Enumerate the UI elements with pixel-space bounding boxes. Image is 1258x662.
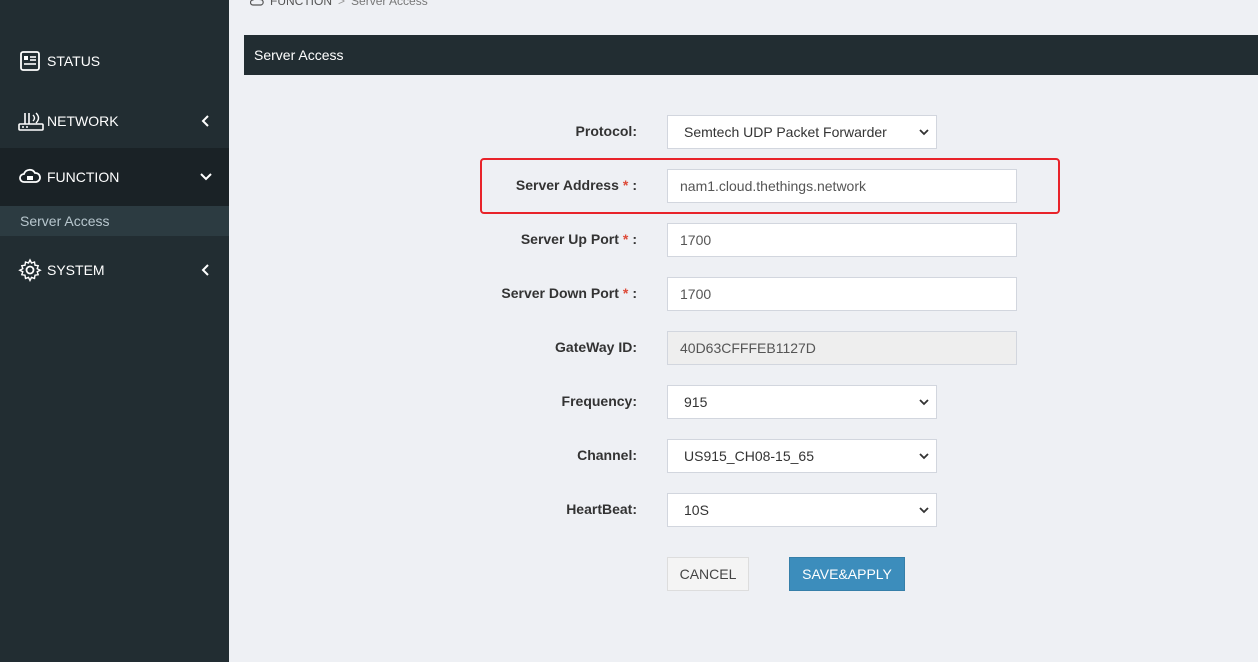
protocol-label: Protocol: <box>242 121 637 141</box>
frequency-select[interactable]: 915 <box>667 385 937 419</box>
sidebar-item-function[interactable]: FUNCTION <box>0 148 229 206</box>
server-address-label: Server Address *: <box>242 175 637 195</box>
sidebar-item-network[interactable]: NETWORK <box>0 92 229 150</box>
breadcrumb-parent[interactable]: FUNCTION <box>270 0 332 8</box>
status-icon <box>20 51 40 71</box>
channel-label: Channel: <box>242 445 637 465</box>
server-up-port-input[interactable] <box>667 223 1017 257</box>
chevron-left-icon <box>201 115 209 127</box>
protocol-select-value: Semtech UDP Packet Forwarder <box>684 124 887 140</box>
required-marker: * <box>622 177 629 193</box>
channel-select[interactable]: US915_CH08-15_65 <box>667 439 937 473</box>
breadcrumb: FUNCTION > Server Access <box>250 0 428 8</box>
heartbeat-select[interactable]: 10S <box>667 493 937 527</box>
chevron-down-icon <box>919 453 929 460</box>
protocol-select[interactable]: Semtech UDP Packet Forwarder <box>667 115 937 149</box>
sidebar-item-status[interactable]: STATUS <box>0 32 229 90</box>
chevron-down-icon <box>200 173 212 181</box>
gateway-id-label-text: GateWay ID: <box>555 339 637 355</box>
server-down-port-input[interactable] <box>667 277 1017 311</box>
sidebar-item-label: FUNCTION <box>47 169 120 185</box>
chevron-down-icon <box>919 129 929 136</box>
chevron-down-icon <box>919 399 929 406</box>
save-apply-button[interactable]: SAVE&APPLY <box>789 557 905 591</box>
network-icon <box>18 112 44 131</box>
server-down-port-label: Server Down Port *: <box>242 283 637 303</box>
chevron-left-icon <box>201 264 209 276</box>
frequency-label: Frequency: <box>242 391 637 411</box>
sidebar-subitem-label: Server Access <box>20 213 110 229</box>
heartbeat-label: HeartBeat: <box>242 499 637 519</box>
breadcrumb-separator: > <box>338 0 346 8</box>
cancel-button[interactable]: CANCEL <box>667 557 749 591</box>
sidebar-subitem-server-access[interactable]: Server Access <box>0 206 229 236</box>
panel-header: Server Access <box>244 35 1258 75</box>
heartbeat-select-value: 10S <box>684 502 709 518</box>
protocol-label-text: Protocol: <box>575 123 637 139</box>
cloud-icon <box>250 0 264 6</box>
heartbeat-label-text: HeartBeat: <box>566 501 637 517</box>
server-address-input[interactable] <box>667 169 1017 203</box>
required-marker: * <box>622 285 629 301</box>
cloud-icon <box>19 168 41 183</box>
sidebar-item-label: NETWORK <box>47 113 119 129</box>
sidebar-item-label: SYSTEM <box>47 262 105 278</box>
required-marker: * <box>622 231 629 247</box>
chevron-down-icon <box>919 507 929 514</box>
gateway-id-label: GateWay ID: <box>242 337 637 357</box>
server-up-port-label-text: Server Up Port <box>520 231 619 247</box>
breadcrumb-current: Server Access <box>351 0 428 8</box>
channel-select-value: US915_CH08-15_65 <box>684 448 814 464</box>
server-up-port-label: Server Up Port *: <box>242 229 637 249</box>
sidebar-item-system[interactable]: SYSTEM <box>0 241 229 299</box>
gateway-id-input <box>667 331 1017 365</box>
server-address-label-text: Server Address <box>515 177 619 193</box>
frequency-label-text: Frequency: <box>561 393 637 409</box>
gear-icon <box>18 258 42 282</box>
channel-label-text: Channel: <box>577 447 637 463</box>
sidebar: STATUS NETWORK FUNCTION Server Access SY… <box>0 0 229 662</box>
frequency-select-value: 915 <box>684 394 708 410</box>
label-colon: : <box>632 285 637 301</box>
label-colon: : <box>632 231 637 247</box>
label-colon: : <box>632 177 637 193</box>
sidebar-item-label: STATUS <box>47 53 101 69</box>
panel-title: Server Access <box>254 47 344 63</box>
server-down-port-label-text: Server Down Port <box>501 285 619 301</box>
